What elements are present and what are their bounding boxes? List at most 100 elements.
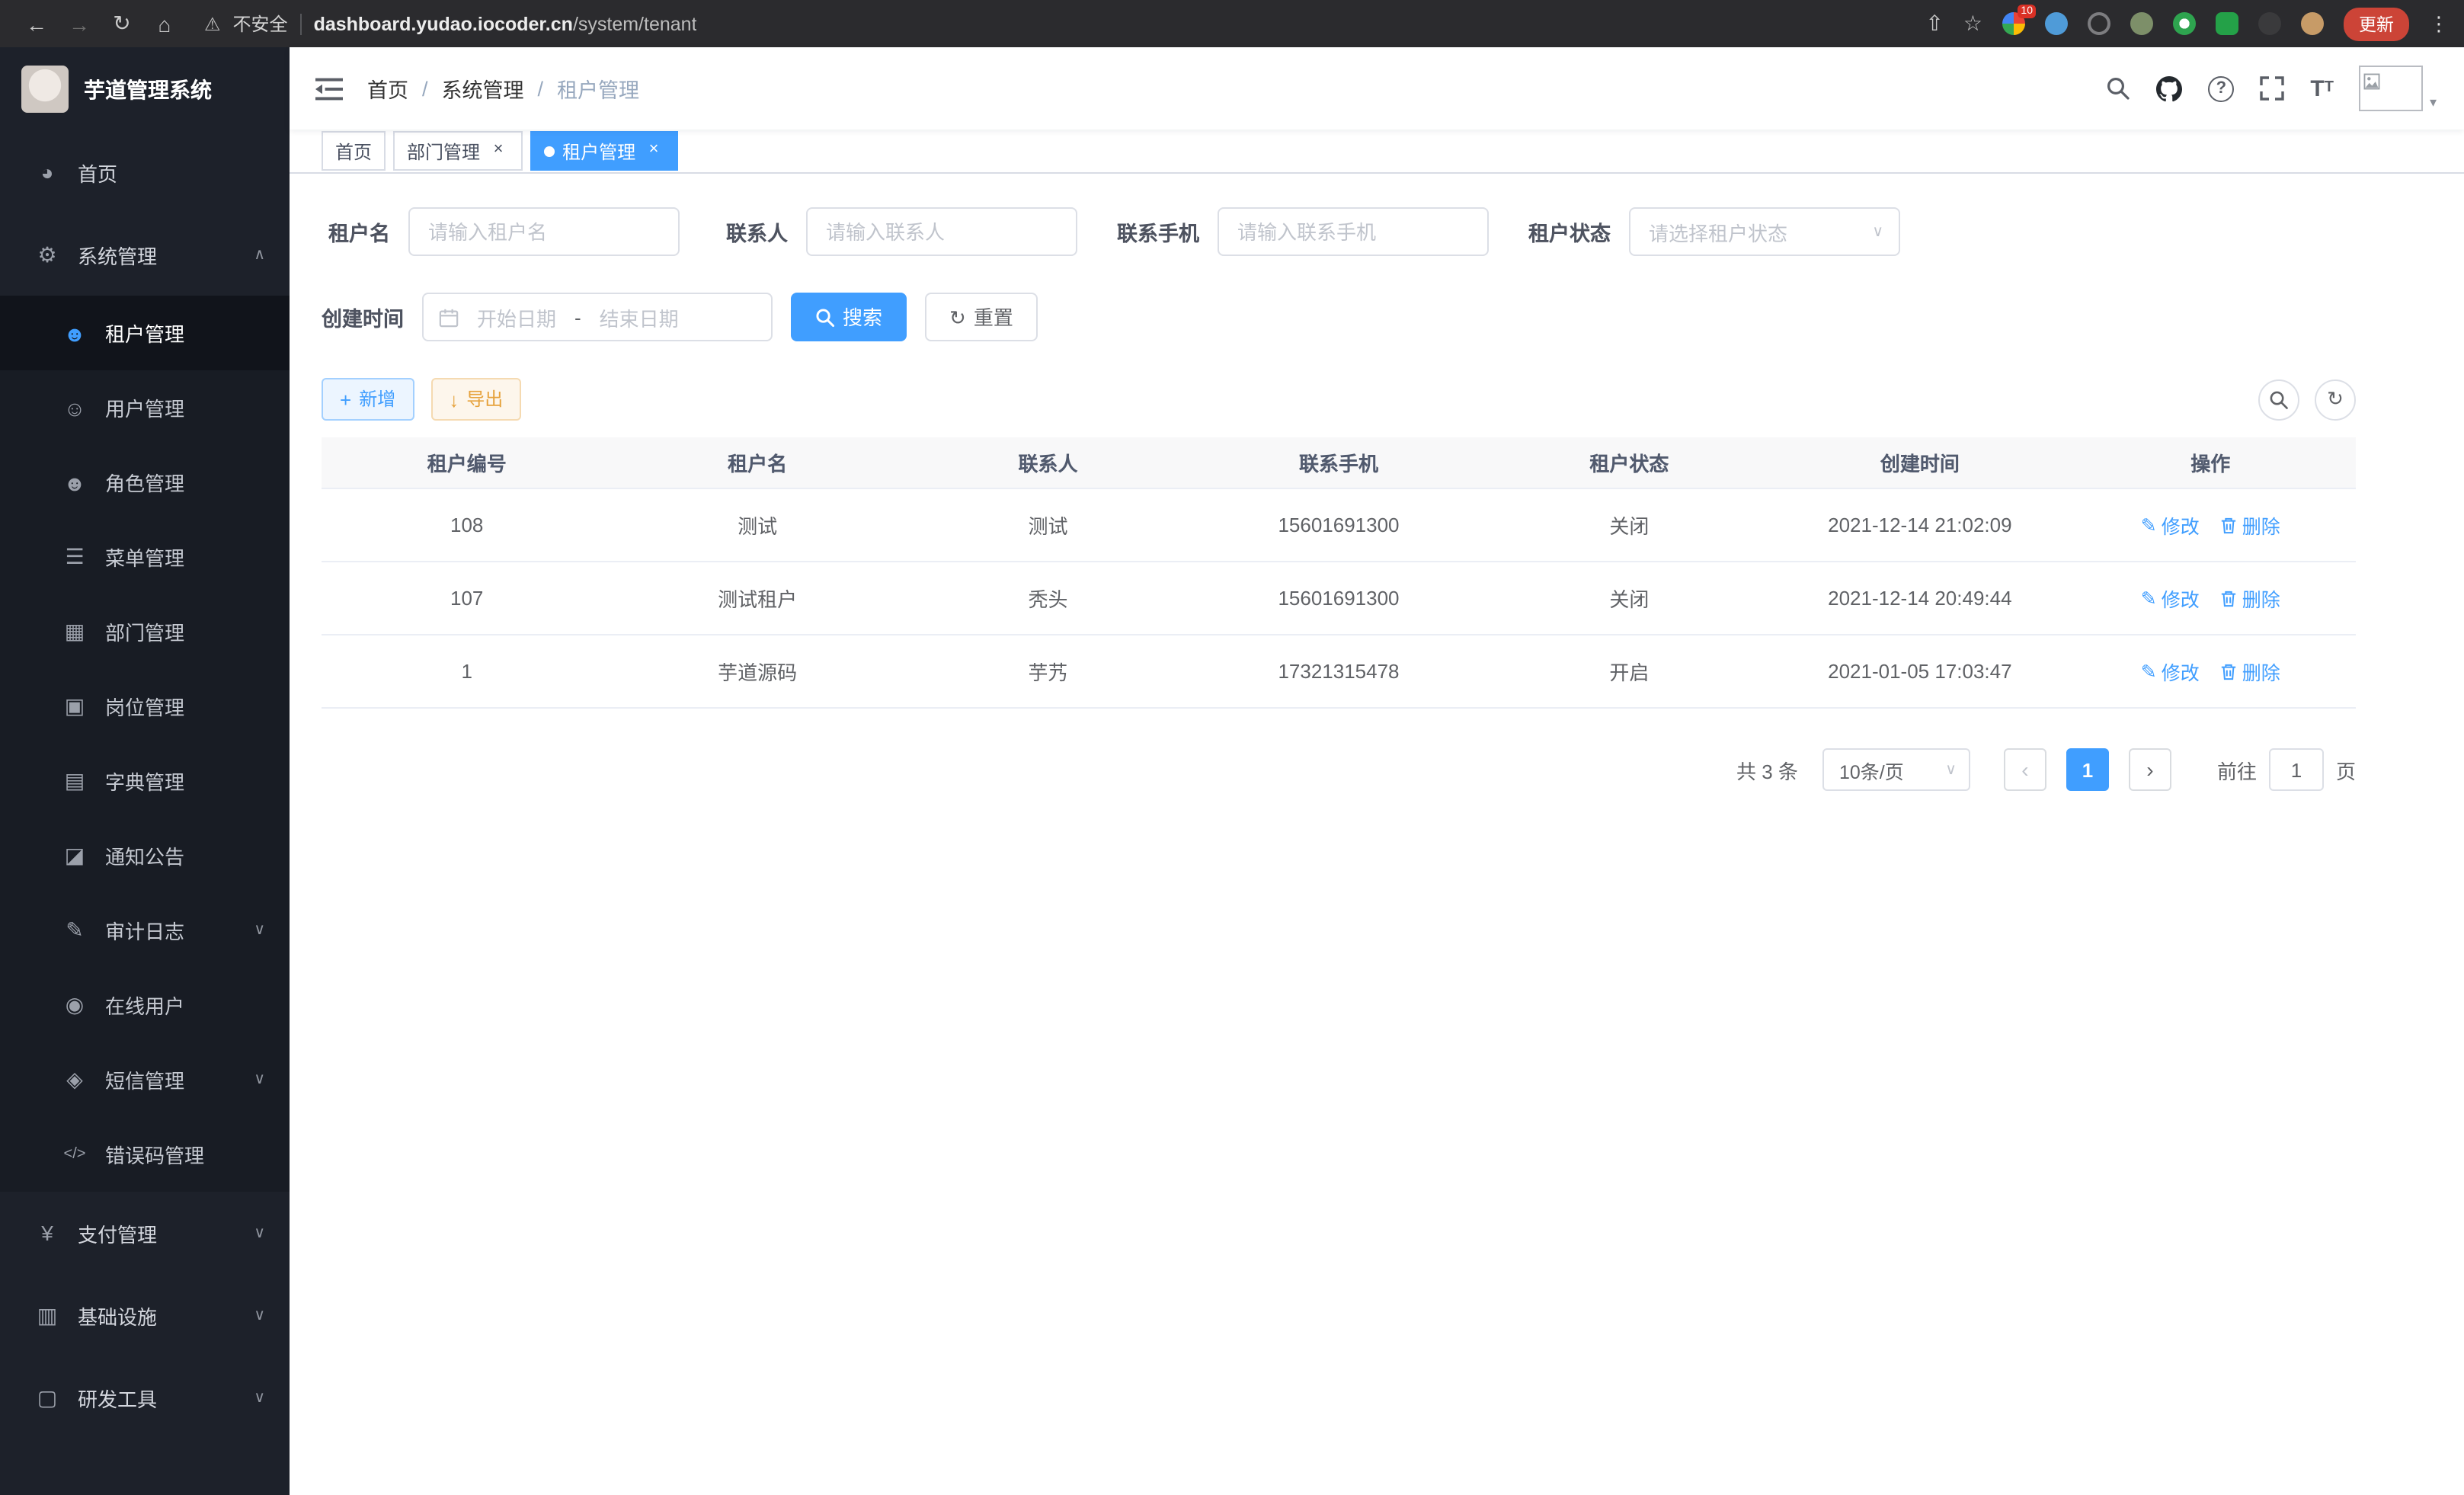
tab-home[interactable]: 首页 bbox=[322, 131, 386, 171]
reload-icon[interactable]: ↻ bbox=[101, 11, 143, 37]
sidebar-item-dict[interactable]: ▤ 字典管理 bbox=[0, 744, 290, 818]
gear-icon: ⚙ bbox=[35, 242, 59, 267]
breadcrumb-home[interactable]: 首页 bbox=[367, 73, 408, 104]
browser-update-button[interactable]: 更新 bbox=[2344, 7, 2409, 40]
add-button[interactable]: + 新增 bbox=[322, 378, 414, 421]
sidebar-item-sms[interactable]: ◈ 短信管理 ∨ bbox=[0, 1042, 290, 1117]
bookmark-star-icon[interactable]: ☆ bbox=[1963, 11, 1982, 37]
code-icon: </> bbox=[62, 1146, 87, 1163]
prev-page-button[interactable]: ‹ bbox=[2004, 748, 2046, 791]
contact-phone-label: 联系手机 bbox=[1117, 216, 1218, 247]
cell-status: 关闭 bbox=[1484, 511, 1774, 539]
avatar bbox=[2360, 66, 2424, 111]
back-icon[interactable]: ← bbox=[15, 11, 58, 36]
sidebar: 芋道管理系统 ◕ 首页 ⚙ 系统管理 ∧ ☻ 租户管理 ☺ 用户管理 bbox=[0, 47, 290, 1495]
contact-input[interactable] bbox=[806, 207, 1077, 256]
next-page-button[interactable]: › bbox=[2129, 748, 2171, 791]
browser-right-toolbar: ⇧ ☆ 10 更新 ⋮ bbox=[1925, 7, 2449, 40]
page-1-button[interactable]: 1 bbox=[2066, 748, 2109, 791]
edit-label: 修改 bbox=[2162, 657, 2200, 686]
sidebar-item-tenant[interactable]: ☻ 租户管理 bbox=[0, 296, 290, 370]
reset-button[interactable]: ↻ 重置 bbox=[925, 293, 1038, 341]
create-time-range-picker[interactable]: 开始日期 - 结束日期 bbox=[422, 293, 773, 341]
sidebar-item-user[interactable]: ☺ 用户管理 bbox=[0, 370, 290, 445]
tenant-name-input[interactable] bbox=[408, 207, 680, 256]
delete-link[interactable]: 删除 bbox=[2221, 584, 2280, 613]
broken-image-icon bbox=[2364, 73, 2381, 90]
url-path: /system/tenant bbox=[573, 13, 697, 34]
browser-menu-icon[interactable]: ⋮ bbox=[2429, 11, 2449, 36]
contact-phone-input[interactable] bbox=[1218, 207, 1489, 256]
breadcrumb-separator: / bbox=[538, 77, 544, 100]
page-size-value: 10条/页 bbox=[1839, 755, 1945, 784]
sidebar-item-audit-log[interactable]: ✎ 审计日志 ∨ bbox=[0, 893, 290, 968]
github-icon[interactable] bbox=[2156, 75, 2182, 101]
sidebar-item-label: 基础设施 bbox=[78, 1301, 235, 1330]
goto-page-input[interactable] bbox=[2269, 748, 2324, 791]
security-warning-icon: ⚠ bbox=[204, 13, 221, 34]
app-logo[interactable]: 芋道管理系统 bbox=[0, 47, 290, 131]
extension-icon-4[interactable] bbox=[2130, 12, 2153, 35]
header-search-icon[interactable] bbox=[2106, 76, 2130, 101]
edit-label: 修改 bbox=[2162, 584, 2200, 613]
sidebar-collapse-icon[interactable] bbox=[315, 77, 343, 100]
delete-link[interactable]: 删除 bbox=[2221, 657, 2280, 686]
search-icon bbox=[2269, 389, 2289, 409]
delete-link[interactable]: 删除 bbox=[2221, 511, 2280, 539]
sidebar-item-error-code[interactable]: </> 错误码管理 bbox=[0, 1117, 290, 1192]
sidebar-item-label: 在线用户 bbox=[105, 991, 268, 1020]
search-button[interactable]: 搜索 bbox=[791, 293, 907, 341]
extension-icon-7[interactable] bbox=[2258, 12, 2281, 35]
sidebar-item-dev-tools[interactable]: ▢ 研发工具 ∨ bbox=[0, 1356, 290, 1439]
sidebar-item-payment[interactable]: ¥ 支付管理 ∨ bbox=[0, 1192, 290, 1274]
chevron-down-icon: ∨ bbox=[254, 1307, 265, 1324]
extension-icon-1[interactable]: 10 bbox=[2002, 12, 2025, 35]
cell-tenant-name: 测试 bbox=[612, 511, 902, 539]
share-icon[interactable]: ⇧ bbox=[1925, 11, 1943, 37]
fullscreen-icon[interactable] bbox=[2260, 76, 2284, 101]
sidebar-item-home[interactable]: ◕ 首页 bbox=[0, 131, 290, 213]
tab-tenant[interactable]: 租户管理 × bbox=[530, 131, 678, 171]
col-status: 租户状态 bbox=[1484, 448, 1774, 477]
address-bar[interactable]: ⚠ 不安全 dashboard.yudao.iocoder.cn/system/… bbox=[186, 0, 1925, 47]
user-avatar-menu[interactable]: ▾ bbox=[2360, 66, 2437, 111]
cell-contact: 芋艿 bbox=[903, 657, 1193, 686]
tab-dept[interactable]: 部门管理 × bbox=[393, 131, 523, 171]
edit-link[interactable]: ✎修改 bbox=[2141, 584, 2200, 613]
extension-icon-6[interactable] bbox=[2216, 12, 2238, 35]
breadcrumb-system[interactable]: 系统管理 bbox=[442, 73, 524, 104]
toggle-search-button[interactable] bbox=[2258, 379, 2299, 420]
close-icon[interactable]: × bbox=[488, 140, 509, 162]
edit-link[interactable]: ✎修改 bbox=[2141, 511, 2200, 539]
sidebar-item-online-users[interactable]: ◉ 在线用户 bbox=[0, 968, 290, 1042]
sidebar-item-system[interactable]: ⚙ 系统管理 ∧ bbox=[0, 213, 290, 296]
export-button[interactable]: ↓ 导出 bbox=[430, 378, 521, 421]
close-icon[interactable]: × bbox=[643, 140, 664, 162]
extension-icon-5[interactable] bbox=[2173, 12, 2196, 35]
cell-created: 2021-01-05 17:03:47 bbox=[1774, 660, 2065, 683]
sidebar-item-post[interactable]: ▣ 岗位管理 bbox=[0, 669, 290, 744]
extension-icon-8[interactable] bbox=[2301, 12, 2324, 35]
book-icon: ▤ bbox=[62, 768, 87, 794]
sidebar-item-label: 短信管理 bbox=[105, 1065, 235, 1094]
browser-home-icon[interactable]: ⌂ bbox=[143, 11, 186, 36]
font-size-icon[interactable]: TT bbox=[2310, 77, 2334, 100]
caret-down-icon: ▾ bbox=[2430, 94, 2437, 111]
refresh-table-button[interactable]: ↻ bbox=[2315, 379, 2356, 420]
tenant-status-select[interactable]: 请选择租户状态 ∨ bbox=[1629, 207, 1900, 256]
forward-icon[interactable]: → bbox=[58, 11, 101, 36]
extension-icon-3[interactable] bbox=[2088, 12, 2110, 35]
sidebar-item-role[interactable]: ☻ 角色管理 bbox=[0, 445, 290, 520]
sidebar-item-notice[interactable]: ◪ 通知公告 bbox=[0, 818, 290, 893]
edit-link[interactable]: ✎修改 bbox=[2141, 657, 2200, 686]
range-separator: - bbox=[574, 306, 581, 328]
sidebar-item-menu[interactable]: ☰ 菜单管理 bbox=[0, 520, 290, 594]
page-size-select[interactable]: 10条/页 ∨ bbox=[1822, 748, 1970, 791]
extension-icon-2[interactable] bbox=[2045, 12, 2068, 35]
sidebar-item-label: 通知公告 bbox=[105, 841, 268, 870]
sidebar-item-infrastructure[interactable]: ▥ 基础设施 ∨ bbox=[0, 1274, 290, 1356]
help-icon[interactable]: ? bbox=[2208, 75, 2234, 101]
refresh-icon: ↻ bbox=[949, 307, 966, 327]
sidebar-item-dept[interactable]: ▦ 部门管理 bbox=[0, 594, 290, 669]
edit-label: 修改 bbox=[2162, 511, 2200, 539]
